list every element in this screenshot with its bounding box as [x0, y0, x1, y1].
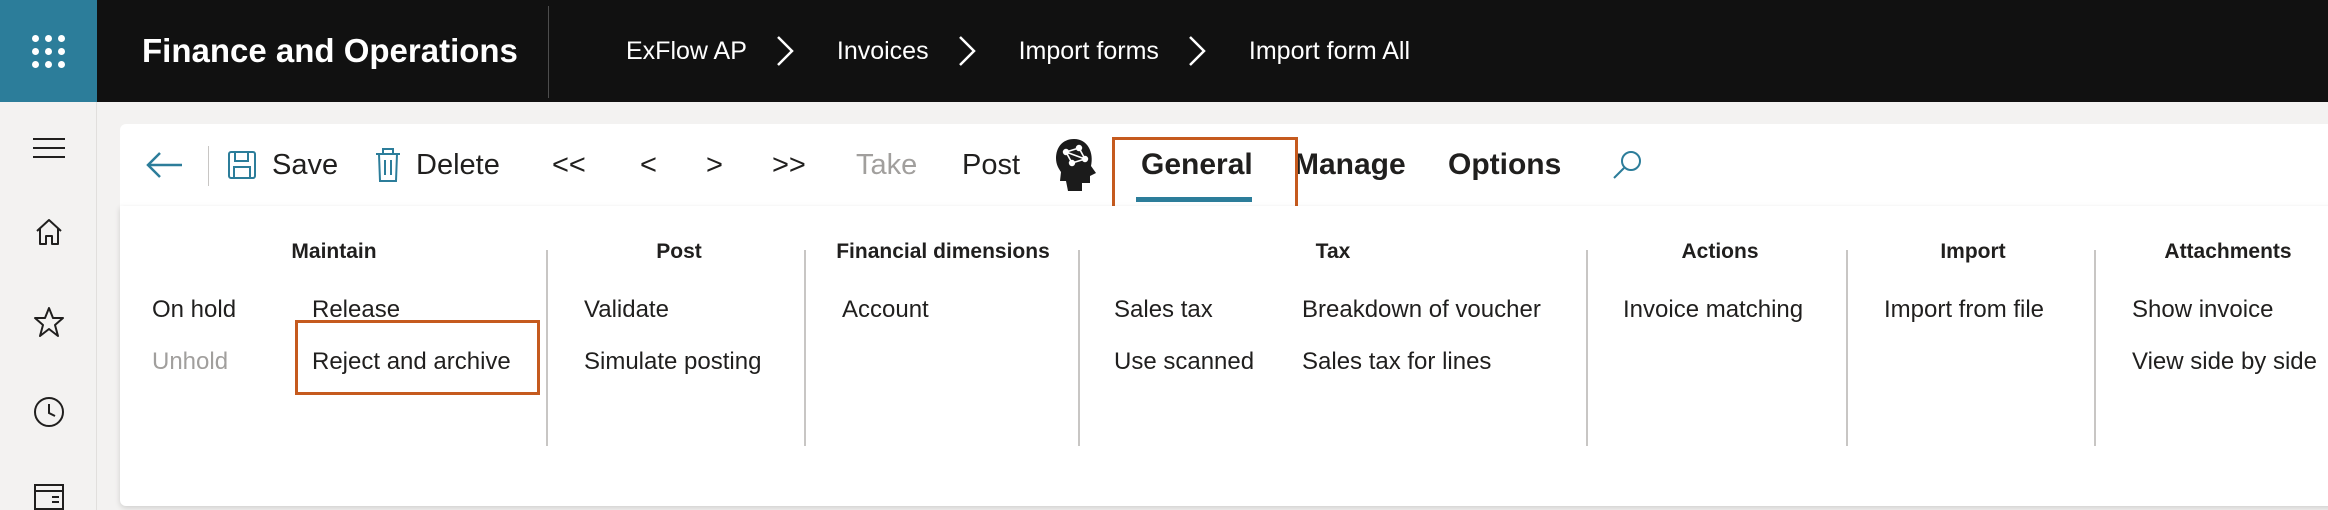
- top-divider: [548, 6, 549, 98]
- search-button[interactable]: [1610, 124, 1644, 206]
- view-side-by-side-button[interactable]: View side by side: [2132, 348, 2317, 376]
- release-button[interactable]: Release: [312, 296, 400, 324]
- use-scanned-button[interactable]: Use scanned: [1114, 348, 1254, 376]
- delete-button[interactable]: Delete: [374, 124, 500, 206]
- group-separator: [2094, 250, 2096, 446]
- group-title-tax: Tax: [1315, 240, 1351, 263]
- validate-button[interactable]: Validate: [584, 296, 669, 324]
- group-title-attachments: Attachments: [2164, 240, 2292, 263]
- last-record-button[interactable]: >>: [772, 124, 806, 206]
- import-from-file-button[interactable]: Import from file: [1884, 296, 2044, 324]
- back-button[interactable]: [144, 124, 184, 206]
- post-button[interactable]: Post: [962, 124, 1020, 206]
- arrow-left-icon: [146, 152, 182, 178]
- home-icon[interactable]: [0, 202, 97, 262]
- group-title-import: Import: [1940, 240, 2006, 263]
- group-separator: [1846, 250, 1848, 446]
- previous-record-button[interactable]: <: [640, 124, 657, 206]
- take-button[interactable]: Take: [856, 124, 917, 206]
- tab-options[interactable]: Options: [1448, 124, 1561, 206]
- trash-icon: [376, 148, 400, 182]
- toolbar-divider: [208, 146, 209, 186]
- reject-and-archive-button[interactable]: Reject and archive: [312, 348, 511, 376]
- invoice-matching-button[interactable]: Invoice matching: [1623, 296, 1803, 324]
- delete-label: Delete: [416, 148, 500, 181]
- sales-tax-for-lines-button[interactable]: Sales tax for lines: [1302, 348, 1491, 376]
- ai-assistant-button[interactable]: [1052, 124, 1102, 206]
- simulate-posting-button[interactable]: Simulate posting: [584, 348, 761, 376]
- show-invoice-button[interactable]: Show invoice: [2132, 296, 2273, 324]
- group-separator: [546, 250, 548, 446]
- active-tab-indicator: [1136, 197, 1252, 202]
- breakdown-of-voucher-button[interactable]: Breakdown of voucher: [1302, 296, 1541, 324]
- account-button[interactable]: Account: [842, 296, 929, 324]
- tab-manage[interactable]: Manage: [1294, 124, 1406, 206]
- waffle-icon: [32, 34, 65, 68]
- breadcrumb-item-invoices[interactable]: Invoices: [837, 37, 929, 66]
- unhold-button[interactable]: Unhold: [152, 348, 228, 376]
- action-pane: Save Delete << < > >> Take Post General …: [120, 124, 2328, 206]
- star-icon[interactable]: [0, 292, 97, 352]
- app-launcher-button[interactable]: [0, 0, 97, 102]
- menu-icon[interactable]: [0, 118, 97, 178]
- workspace-icon[interactable]: [0, 464, 97, 510]
- sales-tax-button[interactable]: Sales tax: [1114, 296, 1213, 324]
- search-icon: [1613, 151, 1641, 179]
- save-label: Save: [272, 148, 339, 181]
- chevron-right-icon: [775, 34, 795, 68]
- app-title[interactable]: Finance and Operations: [142, 0, 518, 102]
- tab-general[interactable]: General: [1141, 124, 1253, 206]
- group-title-maintain: Maintain: [291, 240, 377, 263]
- next-record-button[interactable]: >: [706, 124, 723, 206]
- save-icon: [228, 151, 256, 179]
- group-title-post: Post: [656, 240, 702, 263]
- group-title-financial-dimensions: Financial dimensions: [836, 240, 1050, 263]
- group-separator: [1078, 250, 1080, 446]
- chevron-right-icon: [1187, 34, 1207, 68]
- brain-head-icon: [1056, 139, 1096, 191]
- save-button[interactable]: Save: [226, 124, 338, 206]
- chevron-right-icon: [957, 34, 977, 68]
- first-record-button[interactable]: <<: [552, 124, 586, 206]
- left-navigation: [0, 102, 97, 510]
- clock-icon[interactable]: [0, 382, 97, 442]
- on-hold-button[interactable]: On hold: [152, 296, 236, 324]
- breadcrumb-item-import-forms[interactable]: Import forms: [1019, 37, 1159, 66]
- breadcrumb-item-import-form-all[interactable]: Import form All: [1249, 37, 1410, 66]
- group-title-actions: Actions: [1681, 240, 1759, 263]
- group-separator: [804, 250, 806, 446]
- top-bar: Finance and Operations ExFlow AP Invoice…: [0, 0, 2328, 102]
- group-separator: [1586, 250, 1588, 446]
- breadcrumb-item-exflow[interactable]: ExFlow AP: [626, 37, 747, 66]
- breadcrumb: ExFlow AP Invoices Import forms Import f…: [626, 0, 1410, 102]
